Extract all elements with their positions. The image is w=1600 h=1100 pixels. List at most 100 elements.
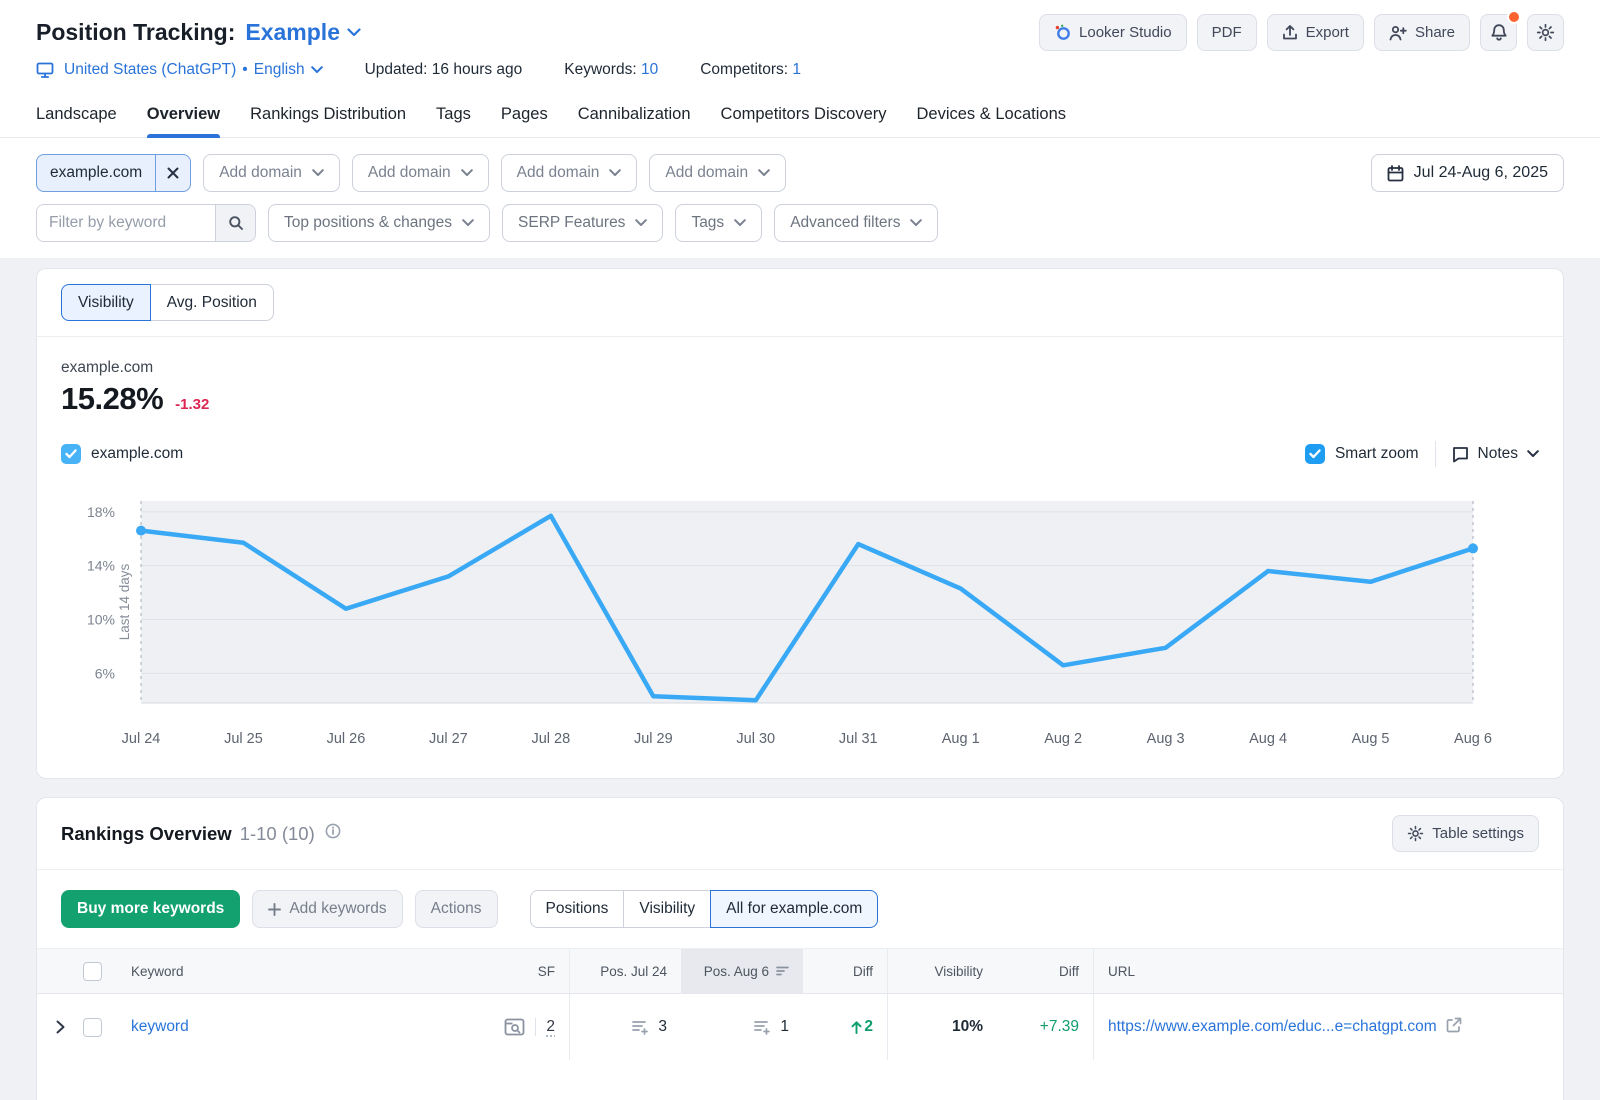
svg-text:Aug 5: Aug 5 [1352, 731, 1390, 747]
add-domain-dropdown-2[interactable]: Add domain [352, 154, 489, 192]
serp-features-dropdown[interactable]: SERP Features [502, 204, 663, 242]
location-link[interactable]: United States (ChatGPT) [64, 61, 236, 79]
view-positions-button[interactable]: Positions [530, 890, 625, 928]
visibility-toggle-button[interactable]: Visibility [61, 284, 151, 321]
tags-dropdown[interactable]: Tags [675, 204, 762, 242]
serp-features-list-icon [632, 1020, 650, 1035]
visibility-diff-cell: +7.39 [997, 994, 1093, 1060]
rankings-title: Rankings Overview [61, 823, 232, 845]
chevron-right-icon [56, 1020, 65, 1034]
plus-icon [268, 903, 281, 916]
col-sf[interactable]: SF [469, 949, 569, 993]
tab-pages[interactable]: Pages [501, 99, 548, 137]
col-url[interactable]: URL [1093, 949, 1563, 993]
col-visibility[interactable]: Visibility [887, 949, 997, 993]
advanced-filters-label: Advanced filters [790, 214, 900, 232]
info-icon[interactable] [325, 823, 341, 844]
top-positions-dropdown[interactable]: Top positions & changes [268, 204, 490, 242]
notes-label: Notes [1478, 445, 1519, 463]
visibility-chart[interactable]: 18%14%10%6%Last 14 daysJul 24Jul 25Jul 2… [37, 467, 1563, 778]
meta-separator: • [242, 61, 247, 79]
chevron-down-icon [312, 169, 324, 177]
language-link[interactable]: English [254, 61, 305, 79]
keyword-filter-input[interactable] [37, 205, 215, 241]
visibility-value: 15.28% [61, 381, 163, 417]
svg-text:Aug 6: Aug 6 [1454, 731, 1492, 747]
settings-button[interactable] [1527, 14, 1564, 51]
pdf-button[interactable]: PDF [1197, 14, 1257, 51]
col-pos-jul24[interactable]: Pos. Jul 24 [569, 949, 681, 993]
tab-competitors-discovery[interactable]: Competitors Discovery [721, 99, 887, 137]
notifications-button[interactable] [1480, 14, 1517, 51]
competitors-value-link[interactable]: 1 [792, 61, 801, 78]
svg-text:Aug 2: Aug 2 [1044, 731, 1082, 747]
chevron-down-icon [635, 219, 647, 227]
tab-landscape[interactable]: Landscape [36, 99, 117, 137]
competitors-label: Competitors: [700, 61, 788, 78]
view-all-button[interactable]: All for example.com [710, 890, 878, 928]
diff-value: 2 [864, 1018, 873, 1036]
monitor-icon [36, 62, 54, 79]
svg-text:18%: 18% [87, 504, 115, 520]
svg-text:Jul 28: Jul 28 [531, 731, 570, 747]
pdf-label: PDF [1212, 24, 1242, 41]
keyword-filter [36, 204, 256, 242]
keywords-label: Keywords: [564, 61, 636, 78]
gear-icon [1536, 23, 1555, 42]
buy-more-keywords-button[interactable]: Buy more keywords [61, 890, 240, 928]
add-keywords-button[interactable]: Add keywords [252, 890, 402, 928]
remove-domain-button[interactable] [155, 155, 190, 191]
sf-count[interactable]: 2 [535, 1018, 555, 1036]
select-all-checkbox[interactable] [83, 962, 102, 981]
advanced-filters-dropdown[interactable]: Advanced filters [774, 204, 938, 242]
table-settings-button[interactable]: Table settings [1392, 815, 1539, 852]
add-domain-dropdown-3[interactable]: Add domain [501, 154, 638, 192]
add-domain-dropdown-1[interactable]: Add domain [203, 154, 340, 192]
tab-devices-locations[interactable]: Devices & Locations [917, 99, 1067, 137]
keyword-link[interactable]: keyword [131, 1018, 189, 1036]
tab-rankings-distribution[interactable]: Rankings Distribution [250, 99, 406, 137]
svg-text:Aug 3: Aug 3 [1147, 731, 1185, 747]
top-positions-label: Top positions & changes [284, 214, 452, 232]
avg-position-toggle-button[interactable]: Avg. Position [150, 284, 274, 321]
line-chart-svg: 18%14%10%6%Last 14 daysJul 24Jul 25Jul 2… [61, 491, 1521, 759]
project-selector[interactable]: Example [245, 19, 361, 46]
col-diff[interactable]: Diff [803, 949, 887, 993]
url-link[interactable]: https://www.example.com/educ...e=chatgpt… [1108, 1018, 1437, 1036]
svg-text:10%: 10% [87, 612, 115, 628]
arrow-up-icon [851, 1021, 862, 1034]
legend-checkbox[interactable] [61, 444, 81, 464]
svg-text:Jul 31: Jul 31 [839, 731, 878, 747]
smart-zoom-checkbox[interactable] [1305, 444, 1325, 464]
svg-text:Jul 26: Jul 26 [327, 731, 366, 747]
col-keyword[interactable]: Keyword [117, 949, 469, 993]
actions-button[interactable]: Actions [415, 890, 498, 928]
notes-dropdown[interactable]: Notes [1452, 445, 1540, 463]
row-checkbox[interactable] [83, 1018, 102, 1037]
tab-overview[interactable]: Overview [147, 99, 220, 137]
external-link-icon[interactable] [1446, 1017, 1462, 1038]
col-visibility-diff[interactable]: Diff [997, 949, 1093, 993]
date-range-label: Jul 24-Aug 6, 2025 [1414, 164, 1548, 182]
row-expander[interactable] [37, 994, 83, 1060]
visibility-value: 10% [952, 1018, 983, 1036]
domain-chip-label[interactable]: example.com [37, 155, 155, 191]
view-visibility-button[interactable]: Visibility [623, 890, 711, 928]
share-person-icon [1389, 25, 1407, 41]
keywords-value-link[interactable]: 10 [641, 61, 658, 78]
serp-preview-icon[interactable] [504, 1018, 535, 1036]
date-range-picker[interactable]: Jul 24-Aug 6, 2025 [1371, 154, 1564, 192]
tab-tags[interactable]: Tags [436, 99, 471, 137]
share-button[interactable]: Share [1374, 14, 1470, 51]
tab-cannibalization[interactable]: Cannibalization [578, 99, 691, 137]
looker-studio-button[interactable]: Looker Studio [1039, 14, 1187, 51]
row-select-cell [83, 994, 117, 1060]
col-pos-aug6[interactable]: Pos. Aug 6 [681, 949, 803, 993]
actions-label: Actions [431, 900, 482, 918]
chevron-down-icon [609, 169, 621, 177]
page-header: Position Tracking: Example Looker Studio… [0, 0, 1600, 258]
keyword-search-button[interactable] [215, 205, 255, 241]
add-domain-dropdown-4[interactable]: Add domain [649, 154, 786, 192]
export-button[interactable]: Export [1267, 14, 1364, 51]
pos-aug6-cell: 1 [681, 994, 803, 1060]
